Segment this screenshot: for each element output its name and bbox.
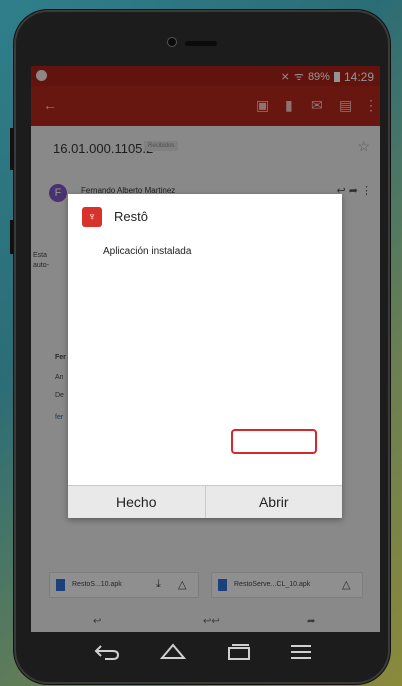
back-icon[interactable] (93, 642, 121, 662)
home-icon[interactable] (159, 642, 187, 662)
open-button[interactable]: Abrir (206, 486, 343, 518)
app-icon: ♆ (82, 207, 102, 227)
front-camera (167, 37, 177, 47)
power-button (10, 220, 14, 254)
navigation-bar (31, 632, 380, 680)
done-button[interactable]: Hecho (68, 486, 206, 518)
recents-icon[interactable] (225, 642, 253, 662)
install-dialog: ♆ Restô Aplicación instalada Hecho Abrir (68, 194, 342, 518)
dialog-button-bar: Hecho Abrir (68, 485, 342, 518)
menu-icon[interactable] (287, 642, 315, 662)
dialog-title: Restô (114, 209, 148, 224)
device-screen: ⨯ ᯤ 89% 14:29 ← ▣ ▮ ✉ ▤ ⋮ 16.01.000.1105… (31, 66, 380, 632)
volume-button (10, 128, 14, 170)
earpiece-speaker (185, 41, 217, 46)
dialog-message: Aplicación instalada (103, 246, 192, 257)
